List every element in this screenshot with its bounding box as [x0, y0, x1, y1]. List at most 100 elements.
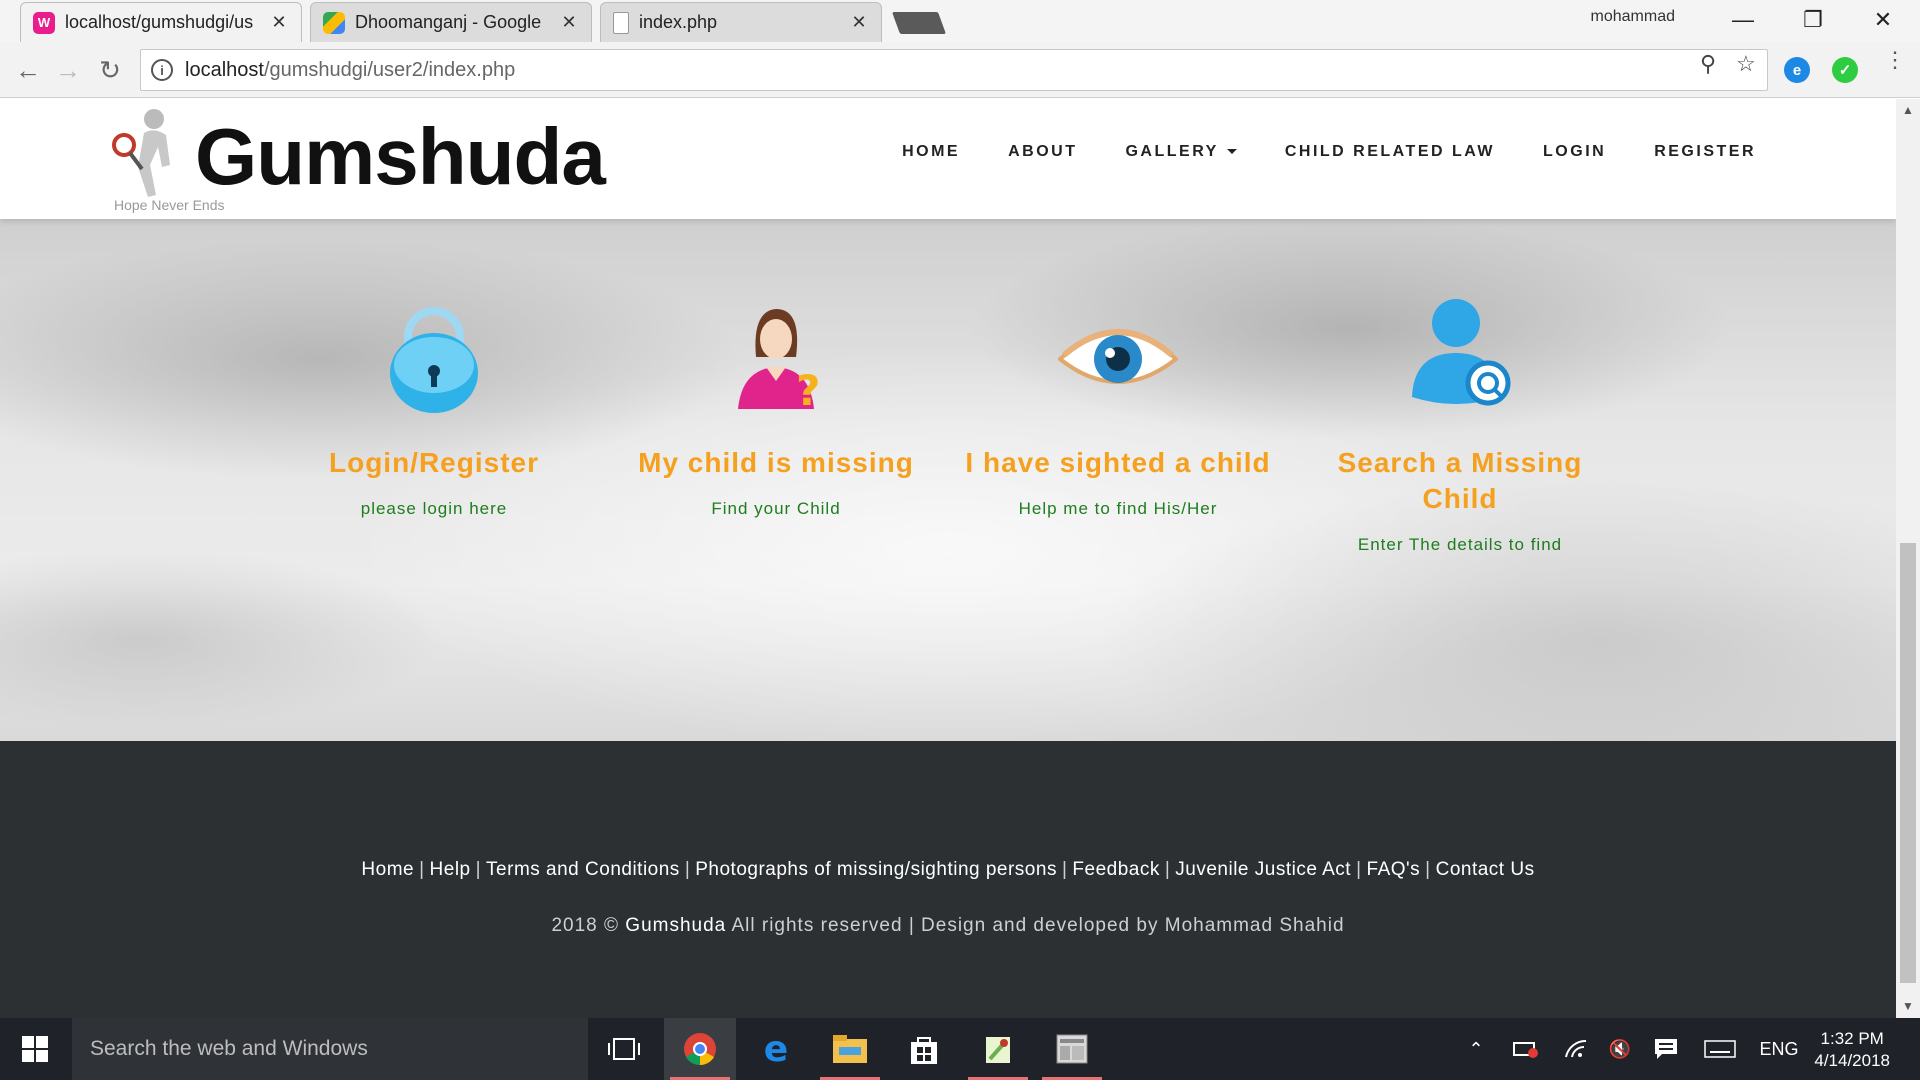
tab-strip: W localhost/gumshudgi/us ✕ Dhoomanganj -…	[0, 0, 1920, 42]
page-scrollbar[interactable]: ▲ ▼	[1896, 99, 1920, 1018]
tab-title: Dhoomanganj - Google	[355, 12, 542, 32]
profile-name[interactable]: mohammad	[1591, 8, 1675, 26]
url-host: localhost	[185, 58, 264, 81]
minimize-icon[interactable]: —	[1714, 0, 1772, 40]
separator: |	[475, 859, 482, 880]
clock-time: 1:32 PM	[1820, 1029, 1884, 1048]
tab-maps[interactable]: Dhoomanganj - Google ✕	[310, 2, 592, 42]
padlock-icon	[390, 307, 478, 413]
notepad-plus-icon[interactable]	[962, 1018, 1034, 1080]
footer-link-photographs[interactable]: Photographs of missing/sighting persons	[695, 859, 1057, 880]
tab-title: index.php	[639, 12, 718, 32]
separator: |	[1164, 859, 1171, 880]
separator: |	[684, 859, 691, 880]
tab-close-icon[interactable]: ✕	[559, 12, 579, 33]
edge-icon[interactable]: e	[740, 1018, 812, 1080]
tab-close-icon[interactable]: ✕	[269, 12, 289, 33]
page-icon	[613, 11, 629, 34]
nav-home[interactable]: HOME	[902, 143, 960, 161]
separator: |	[1425, 859, 1431, 880]
browser-toolbar: ← → ↻ i localhost/gumshudgi/user2/index.…	[0, 42, 1920, 98]
nav-register[interactable]: REGISTER	[1654, 143, 1756, 161]
clock-date: 4/14/2018	[1814, 1051, 1890, 1070]
file-explorer-icon[interactable]	[814, 1018, 886, 1080]
separator: |	[1061, 859, 1068, 880]
footer-links: Home | Help | Terms and Conditions | Photograp…	[0, 859, 1896, 881]
feature-title: Login/Register	[328, 447, 539, 478]
tab-title: localhost/gumshudgi/us	[65, 12, 254, 32]
footer-link-help[interactable]: Help	[430, 859, 471, 880]
tab-index[interactable]: index.php ✕	[600, 2, 882, 42]
separator: |	[1356, 859, 1362, 880]
tab-close-icon[interactable]: ✕	[849, 12, 869, 33]
site-tagline: Hope Never Ends	[114, 197, 225, 213]
feature-subtitle: Enter The details to find	[1357, 535, 1563, 554]
feature-title: Search a Missing Child	[1337, 447, 1583, 514]
feature-sighted-child[interactable]: I have sighted a child Help me to find H…	[948, 297, 1288, 519]
nav-gallery-dropdown[interactable]: GALLERY	[1125, 143, 1237, 161]
address-bar[interactable]: i localhost/gumshudgi/user2/index.php	[140, 49, 1768, 91]
battery-warning-icon[interactable]	[1506, 1018, 1546, 1080]
bookmark-star-icon[interactable]: ☆	[1736, 51, 1756, 77]
nav-about[interactable]: ABOUT	[1008, 143, 1077, 161]
action-center-icon[interactable]	[1646, 1018, 1686, 1080]
site-footer: Home | Help | Terms and Conditions | Photograp…	[0, 741, 1896, 1018]
copyright: 2018 © Gumshuda All rights reserved | De…	[0, 915, 1896, 937]
reload-icon[interactable]: ↻	[92, 52, 128, 88]
web-page: Gumshuda Hope Never Ends HOME ABOUT GALL…	[0, 99, 1896, 1018]
zoom-icon[interactable]: ⚲	[1700, 51, 1716, 77]
taskbar-clock[interactable]: 1:32 PM 4/14/2018	[1814, 1028, 1890, 1072]
footer-link-terms[interactable]: Terms and Conditions	[486, 859, 680, 880]
tab-gumshuda[interactable]: W localhost/gumshudgi/us ✕	[20, 2, 302, 42]
scroll-down-icon[interactable]: ▼	[1896, 999, 1920, 1013]
windows-taskbar: Search the web and Windows e ⌃ 🔇 ENG 1:3…	[0, 1018, 1920, 1080]
nav-login[interactable]: LOGIN	[1543, 143, 1606, 161]
tray-chevron-icon[interactable]: ⌃	[1456, 1018, 1496, 1080]
extension-check-icon[interactable]: ✓	[1832, 57, 1858, 83]
restore-icon[interactable]: ❐	[1784, 0, 1842, 40]
chrome-menu-icon[interactable]: ⋮	[1884, 49, 1906, 71]
footer-link-contact[interactable]: Contact Us	[1436, 859, 1535, 880]
feature-search-missing[interactable]: Search a Missing Child Enter The details…	[1290, 297, 1630, 555]
footer-link-faq[interactable]: FAQ's	[1367, 859, 1421, 880]
feature-subtitle: please login here	[360, 499, 508, 518]
taskbar-search[interactable]: Search the web and Windows	[72, 1018, 588, 1080]
volume-muted-icon[interactable]: 🔇	[1600, 1018, 1640, 1080]
copyright-suffix: All rights reserved | Design and develop…	[731, 915, 1345, 936]
windows-logo-icon	[22, 1036, 48, 1062]
footer-link-feedback[interactable]: Feedback	[1072, 859, 1159, 880]
wifi-icon[interactable]	[1556, 1018, 1596, 1080]
main-nav: HOME ABOUT GALLERY CHILD RELATED LAW LOG…	[902, 143, 1756, 161]
forward-arrow-icon[interactable]: →	[50, 52, 86, 88]
feature-child-missing[interactable]: ? My child is missing Find your Child	[606, 297, 946, 519]
start-button[interactable]	[0, 1018, 70, 1080]
close-window-icon[interactable]: ✕	[1854, 0, 1912, 40]
new-tab-button[interactable]	[891, 12, 947, 34]
copyright-brand[interactable]: Gumshuda	[625, 915, 726, 936]
scroll-up-icon[interactable]: ▲	[1896, 103, 1920, 117]
feature-subtitle: Help me to find His/Her	[1018, 499, 1218, 518]
scrollbar-thumb[interactable]	[1900, 543, 1916, 983]
site-logo[interactable]: Gumshuda	[195, 111, 606, 203]
store-icon[interactable]	[888, 1018, 960, 1080]
task-view-icon[interactable]	[588, 1018, 660, 1080]
input-language[interactable]: ENG	[1754, 1018, 1804, 1080]
chrome-icon[interactable]	[664, 1018, 736, 1080]
nav-gallery-label: GALLERY	[1125, 143, 1219, 160]
app-window-icon[interactable]	[1036, 1018, 1108, 1080]
feature-title: My child is missing	[638, 447, 914, 478]
footer-link-home[interactable]: Home	[361, 859, 414, 880]
feature-title: I have sighted a child	[965, 447, 1271, 478]
info-icon[interactable]: i	[151, 59, 173, 81]
extension-blue-icon[interactable]: e	[1784, 57, 1810, 83]
hero-section: Login/Register please login here ? My ch…	[0, 219, 1896, 741]
feature-login-register[interactable]: Login/Register please login here	[264, 297, 604, 519]
separator: |	[419, 859, 425, 880]
nav-child-related-law[interactable]: CHILD RELATED LAW	[1285, 143, 1495, 161]
keyboard-icon[interactable]	[1696, 1018, 1744, 1080]
back-arrow-icon[interactable]: ←	[10, 52, 46, 88]
footer-link-juvenile-justice[interactable]: Juvenile Justice Act	[1175, 859, 1351, 880]
caret-down-icon	[1226, 149, 1237, 155]
eye-icon	[1058, 329, 1178, 384]
logo-figure-icon[interactable]	[110, 105, 190, 205]
